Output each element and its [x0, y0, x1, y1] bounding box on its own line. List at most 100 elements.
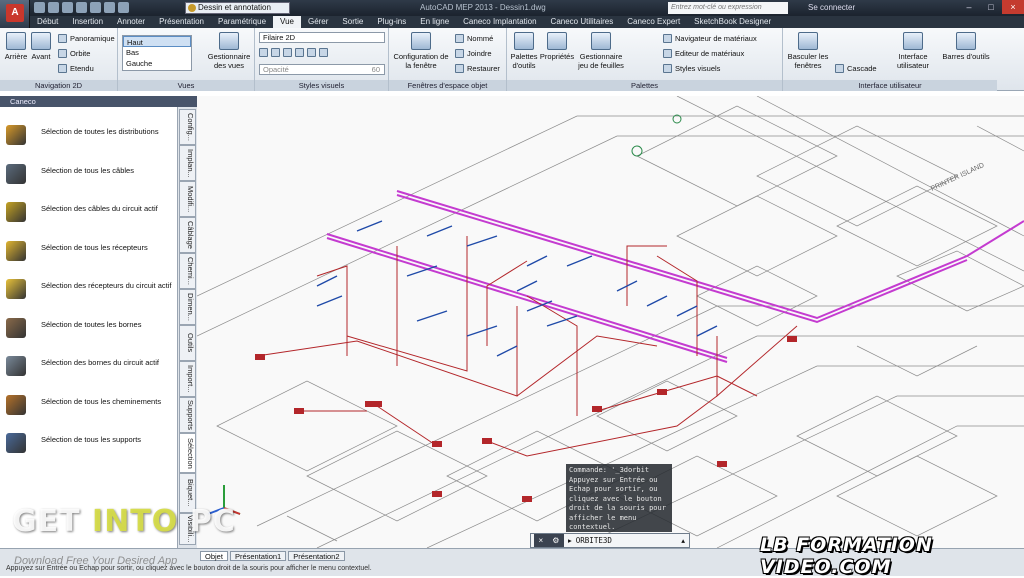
orbit-button[interactable]: Orbite — [58, 49, 90, 58]
command-line-controls: × ⚙ — [534, 534, 564, 547]
wireframe-icon[interactable] — [259, 48, 268, 57]
tab-13[interactable]: SketchBook Designer — [687, 16, 778, 28]
user-interface-button[interactable]: Interface utilisateur — [889, 32, 937, 70]
palette-tab[interactable]: Chemi... — [179, 253, 196, 289]
palette-item[interactable]: Sélection de tous les cheminements — [0, 387, 178, 425]
forward-button[interactable]: Avant — [28, 32, 54, 61]
visual-style-select[interactable]: Filaire 2D — [259, 32, 385, 43]
panel-interface: Basculer les fenêtres Cascade Interface … — [783, 28, 997, 91]
view-manager-button[interactable]: Gestionnaire des vues — [205, 32, 253, 70]
maximize-icon[interactable]: □ — [980, 0, 1002, 14]
palette-tab[interactable]: Sélection — [179, 433, 196, 473]
pan-button[interactable]: Panoramique — [58, 34, 115, 43]
print-icon[interactable] — [90, 2, 101, 13]
opacity-slider[interactable]: Opacité 60 — [259, 64, 385, 75]
visual-styles-button[interactable]: Styles visuels — [663, 64, 720, 73]
tab-11[interactable]: Caneco Utilitaires — [544, 16, 621, 28]
ribbon: Arrière Avant Panoramique Orbite Etendu … — [0, 28, 1024, 91]
switch-windows-icon — [798, 32, 818, 50]
minimize-icon[interactable]: – — [958, 0, 980, 14]
palette-item[interactable]: Sélection des câbles du circuit actif — [0, 194, 178, 232]
palette-item[interactable]: Sélection de toutes les bornes — [0, 310, 178, 348]
palette-tab[interactable]: Câblage — [179, 217, 196, 253]
search-input[interactable]: Entrez mot-clé ou expression — [668, 2, 788, 14]
layout-tab[interactable]: Présentation2 — [288, 551, 345, 561]
palette-tab[interactable]: Implan... — [179, 145, 196, 181]
edge-icon[interactable] — [283, 48, 292, 57]
named-button[interactable]: Nommé — [455, 34, 493, 43]
command-line[interactable]: × ⚙ ▸ ORBITE3D ▴ — [530, 533, 690, 548]
view-item[interactable]: Gauche — [123, 58, 191, 69]
tab-7[interactable]: Sortie — [335, 16, 370, 28]
tab-0[interactable]: Début — [30, 16, 65, 28]
toolbars-button[interactable]: Barres d'outils — [939, 32, 993, 61]
tab-6[interactable]: Gérer — [301, 16, 335, 28]
properties-button[interactable]: Propriétés — [539, 32, 575, 61]
pan-label: Panoramique — [70, 34, 115, 43]
materials-editor-button[interactable]: Editeur de matériaux — [663, 49, 744, 58]
tab-1[interactable]: Insertion — [65, 16, 110, 28]
shadow-icon[interactable] — [307, 48, 316, 57]
palette-tab[interactable]: Outils — [179, 325, 196, 361]
tab-2[interactable]: Annoter — [110, 16, 152, 28]
tab-3[interactable]: Présentation — [152, 16, 211, 28]
palette-header[interactable]: Caneco — [0, 96, 197, 107]
views-list[interactable]: Haut Bas Gauche — [122, 35, 192, 71]
palette-tab[interactable]: Modifi... — [179, 181, 196, 217]
watermark-getintopc: GET INTO PC — [12, 504, 236, 539]
wrench-icon[interactable]: ⚙ — [552, 536, 559, 545]
application-menu-button[interactable]: A — [0, 0, 30, 30]
sheet-set-icon — [591, 32, 611, 50]
back-button[interactable]: Arrière — [3, 32, 29, 61]
tab-4[interactable]: Paramétrique — [211, 16, 273, 28]
restore-button[interactable]: Restaurer — [455, 64, 500, 73]
join-button[interactable]: Joindre — [455, 49, 492, 58]
palette-tab[interactable]: Import... — [179, 361, 196, 397]
palette-item[interactable]: Sélection des bornes du circuit actif — [0, 348, 178, 386]
palette-item[interactable]: Sélection de tous les câbles — [0, 156, 178, 194]
back-label: Arrière — [4, 52, 28, 61]
save-as-icon[interactable] — [76, 2, 87, 13]
layout-tab[interactable]: Présentation1 — [229, 551, 287, 561]
redo-icon[interactable] — [118, 2, 129, 13]
visual-style-value: Filaire 2D — [263, 33, 296, 42]
sign-in-button[interactable]: Se connecter — [808, 3, 855, 12]
view-item[interactable]: Haut — [123, 36, 191, 47]
shade-icon[interactable] — [271, 48, 280, 57]
undo-icon[interactable] — [104, 2, 115, 13]
palette-tab[interactable]: Dimen... — [179, 289, 196, 325]
lights-icon[interactable] — [295, 48, 304, 57]
palette-item[interactable]: Sélection de tous les supports — [0, 425, 178, 463]
workspace-select[interactable]: Dessin et annotation — [185, 2, 290, 14]
tool-palettes-button[interactable]: Palettes d'outils — [509, 32, 539, 70]
extents-button[interactable]: Etendu — [58, 64, 94, 73]
palette-tab[interactable]: Config... — [179, 109, 196, 145]
save-icon[interactable] — [62, 2, 73, 13]
command-input[interactable]: ORBITE3D — [576, 536, 612, 545]
palette-tab[interactable]: Supports — [179, 397, 196, 433]
chevron-down-icon[interactable]: ▴ — [681, 536, 689, 545]
tab-9[interactable]: En ligne — [413, 16, 456, 28]
new-icon[interactable] — [34, 2, 45, 13]
selection-tool-icon — [6, 240, 26, 261]
sheet-set-manager-button[interactable]: Gestionnaire jeu de feuilles — [577, 32, 625, 70]
palette-item[interactable]: Sélection de tous les récepteurs — [0, 233, 178, 271]
cascade-button[interactable]: Cascade — [835, 64, 877, 73]
close-icon[interactable]: × — [1002, 0, 1024, 14]
layout-tab[interactable]: Objet — [200, 551, 228, 561]
tab-5[interactable]: Vue — [273, 16, 301, 28]
palette-item[interactable]: Sélection de toutes les distributions — [0, 117, 178, 155]
open-icon[interactable] — [48, 2, 59, 13]
tab-12[interactable]: Caneco Expert — [620, 16, 687, 28]
close-icon[interactable]: × — [539, 536, 544, 545]
title-bar: A Dessin et annotation AutoCAD MEP 2013 … — [0, 0, 1024, 30]
viewport-configuration-button[interactable]: Configuration de la fenêtre — [393, 32, 449, 70]
switch-windows-button[interactable]: Basculer les fenêtres — [787, 32, 829, 70]
view-item[interactable]: Bas — [123, 47, 191, 58]
watermark-brand: LB FORMATION VIDEO.COM — [760, 534, 933, 578]
tab-8[interactable]: Plug-ins — [370, 16, 413, 28]
tab-10[interactable]: Caneco Implantation — [456, 16, 543, 28]
material-icon[interactable] — [319, 48, 328, 57]
palette-item[interactable]: Sélection des récepteurs du circuit acti… — [0, 271, 178, 309]
materials-browser-button[interactable]: Navigateur de matériaux — [663, 34, 757, 43]
